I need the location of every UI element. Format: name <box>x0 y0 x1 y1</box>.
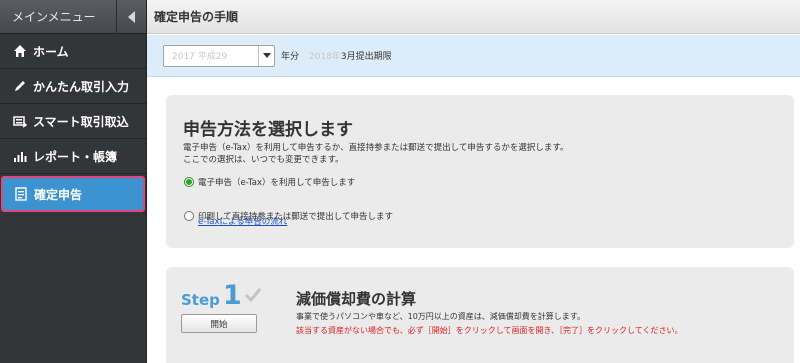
deadline-year: 2018年 <box>309 52 341 62</box>
radio-option-paper[interactable]: 印刷して直接持参または郵送で提出して申告します <box>184 210 393 222</box>
step1-warning: 該当する資産がない場合でも、必ず［開始］をクリックして画面を開き、［完了］をクリ… <box>296 326 683 335</box>
radio-button-selected[interactable] <box>184 177 194 187</box>
page-title: 確定申告の手順 <box>154 10 239 24</box>
checkmark-icon <box>244 287 262 307</box>
filing-method-desc-line1: 電子申告（e-Tax）を利用して申告するか、直接持参または郵送で提出して申告する… <box>183 143 569 153</box>
chevron-down-icon <box>258 45 274 66</box>
sidebar-item-smart-import[interactable]: スマート取引取込 <box>0 104 146 139</box>
deadline-label: 3月提出期限 <box>340 52 392 62</box>
sidebar-collapse-button[interactable] <box>116 0 146 34</box>
year-select-value: 2017 平成29 <box>172 52 228 62</box>
filing-method-card: 申告方法を選択します 電子申告（e-Tax）を利用して申告するか、直接持参または… <box>166 95 794 248</box>
sidebar-item-home[interactable]: ホーム <box>0 34 146 69</box>
sidebar-item-label: レポート・帳簿 <box>33 149 118 164</box>
step-word: Step <box>181 291 220 309</box>
home-icon <box>13 44 27 58</box>
sidebar-item-label: ホーム <box>33 44 69 59</box>
sidebar-item-label: スマート取引取込 <box>33 114 129 129</box>
sidebar-item-label: 確定申告 <box>34 187 83 202</box>
page-header: 確定申告の手順 <box>147 0 800 34</box>
year-bar: 2017 平成29 年分 2018年 3月提出期限 <box>147 35 800 77</box>
step1-title: 減価償却費の計算 <box>296 290 417 308</box>
report-chart-icon <box>13 149 27 163</box>
sidebar: メインメニュー ホーム かんたん取引入力 スマート取引取込 レポート・帳簿 確定… <box>0 0 147 363</box>
sidebar-header: メインメニュー <box>0 0 146 34</box>
chevron-left-icon <box>128 11 135 23</box>
vertical-scrollbar[interactable] <box>794 35 800 363</box>
step-number: 1 <box>222 280 242 311</box>
pencil-icon <box>13 79 27 93</box>
year-select[interactable]: 2017 平成29 <box>163 44 275 67</box>
sidebar-item-quick-entry[interactable]: かんたん取引入力 <box>0 69 146 104</box>
step1-description: 事業で使うパソコンや車など、10万円以上の資産は、減価償却費を計算します。 <box>296 312 585 321</box>
main-content: 確定申告の手順 2017 平成29 年分 2018年 3月提出期限 申告方法を選… <box>147 0 800 363</box>
radio-option-label: 電子申告（e-Tax）を利用して申告します <box>198 178 356 188</box>
tax-return-icon <box>14 187 28 201</box>
step1-card: Step 1 開始 減価償却費の計算 事業で使うパソコンや車など、10万円以上の… <box>166 267 794 363</box>
sidebar-item-tax-return[interactable]: 確定申告 <box>1 176 145 212</box>
radio-option-label: 印刷して直接持参または郵送で提出して申告します <box>198 212 393 222</box>
sidebar-item-reports[interactable]: レポート・帳簿 <box>0 139 146 174</box>
import-icon <box>13 114 27 128</box>
radio-option-etax[interactable]: 電子申告（e-Tax）を利用して申告します <box>184 176 355 188</box>
year-label: 年分 <box>281 52 300 62</box>
start-button[interactable]: 開始 <box>181 314 257 333</box>
sidebar-item-label: かんたん取引入力 <box>33 79 130 94</box>
filing-method-desc-line2: ここでの選択は、いつでも変更できます。 <box>183 155 344 165</box>
filing-method-title: 申告方法を選択します <box>183 120 353 140</box>
sidebar-header-label: メインメニュー <box>12 10 96 24</box>
filing-method-description: 電子申告（e-Tax）を利用して申告するか、直接持参または郵送で提出して申告する… <box>183 142 569 166</box>
radio-button[interactable] <box>184 211 194 221</box>
step-indicator: Step 1 <box>181 280 262 311</box>
